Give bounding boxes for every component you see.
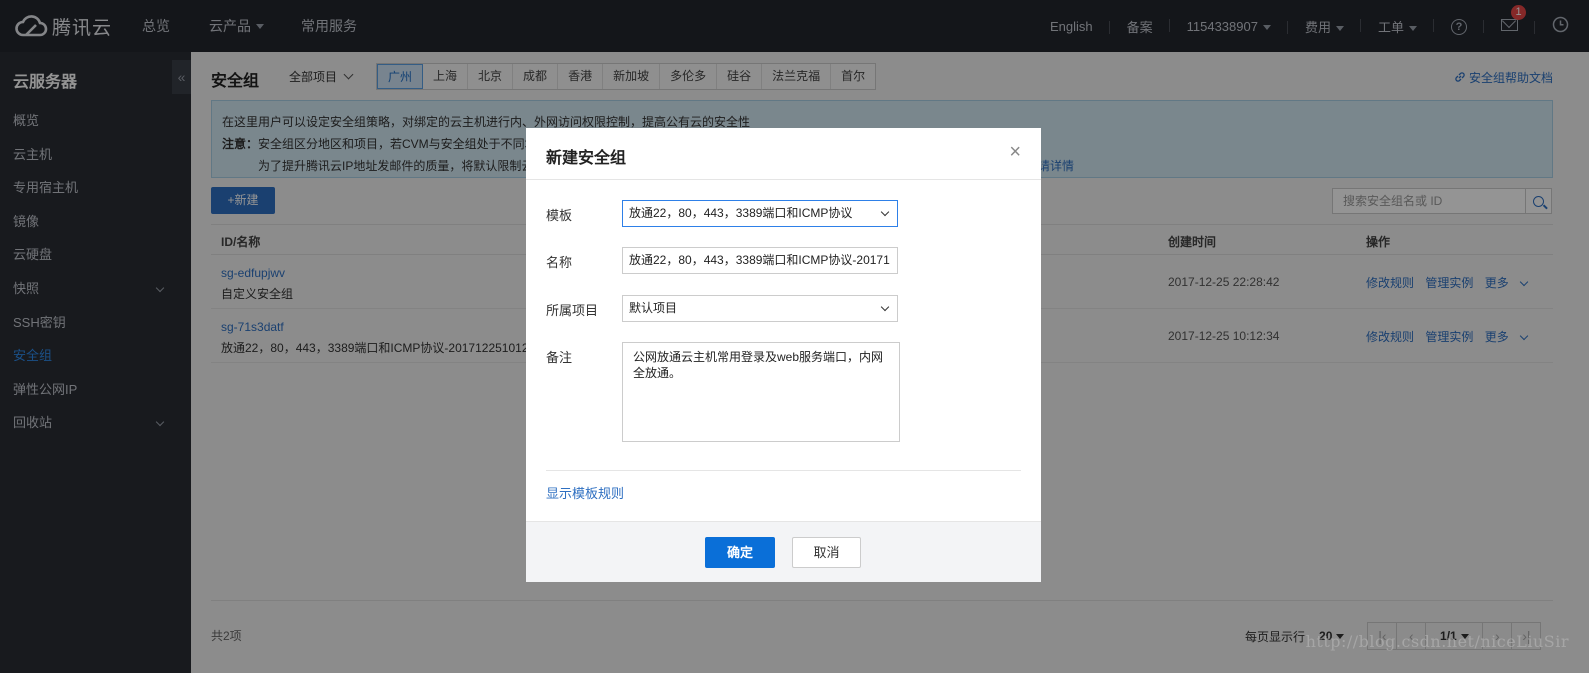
show-template-rules-link[interactable]: 显示模板规则: [546, 483, 624, 502]
name-input[interactable]: 放通22，80，443，3389端口和ICMP协议-20171: [622, 247, 898, 274]
project-label: 所属项目: [546, 303, 599, 318]
template-select[interactable]: 放通22，80，443，3389端口和ICMP协议: [622, 200, 898, 227]
project-select[interactable]: 默认项目: [622, 295, 898, 322]
remark-textarea[interactable]: 公网放通云主机常用登录及web服务端口，内网全放通。: [622, 342, 900, 442]
new-security-group-dialog: 新建安全组 × 模板 放通22，80，443，3389端口和ICMP协议 名称 …: [526, 128, 1041, 582]
chevron-down-icon: [880, 207, 890, 217]
cancel-button[interactable]: 取消: [792, 537, 861, 568]
confirm-button[interactable]: 确定: [705, 537, 775, 568]
template-label: 模板: [546, 208, 573, 223]
project-value: 默认项目: [629, 301, 678, 315]
dialog-footer: 确定 取消: [526, 521, 1041, 582]
dialog-header: 新建安全组 ×: [526, 128, 1041, 180]
close-icon[interactable]: ×: [1009, 142, 1021, 162]
divider: [546, 470, 1021, 471]
template-value: 放通22，80，443，3389端口和ICMP协议: [629, 206, 853, 220]
remark-label: 备注: [546, 350, 573, 365]
name-label: 名称: [546, 255, 573, 270]
dialog-title: 新建安全组: [546, 150, 627, 167]
watermark: http://blog.csdn.net/niceLiuSir: [1305, 632, 1569, 651]
chevron-down-icon: [880, 302, 890, 312]
